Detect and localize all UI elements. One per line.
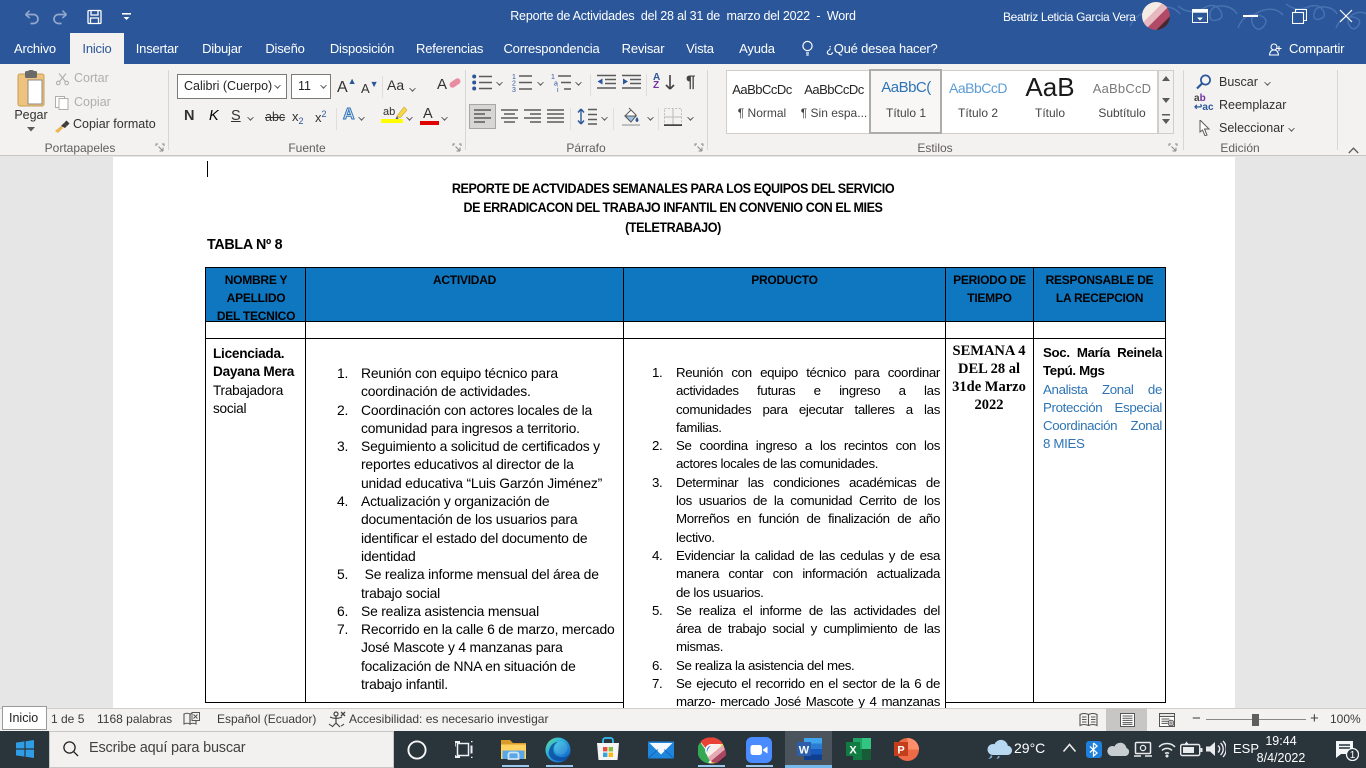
svg-text:i: i: [557, 87, 559, 92]
svg-text:X: X: [849, 745, 857, 757]
svg-text:3: 3: [512, 87, 516, 92]
svg-text:W: W: [799, 745, 810, 757]
svg-text:P: P: [897, 745, 904, 757]
svg-text:1: 1: [1350, 750, 1356, 761]
